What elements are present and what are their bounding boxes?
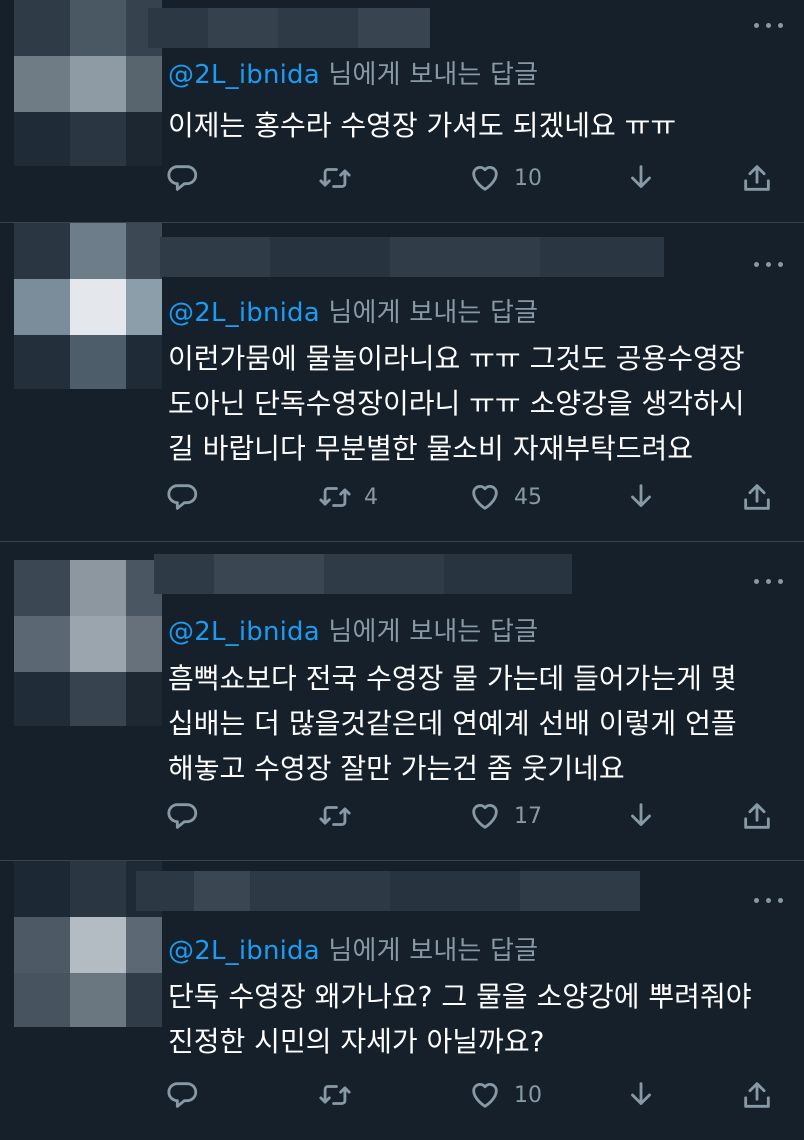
retweet-count: 4 <box>364 484 378 510</box>
like-count: 45 <box>514 484 542 510</box>
avatar[interactable] <box>14 560 162 726</box>
heart-icon <box>472 485 498 510</box>
reply-label: 님에게 보내는 답글 <box>319 617 539 647</box>
like-button[interactable]: 10 <box>468 1075 542 1115</box>
retweet-button[interactable] <box>318 796 364 836</box>
reply-icon <box>167 1082 198 1108</box>
reply-button[interactable] <box>166 1075 200 1115</box>
like-button[interactable]: 45 <box>468 477 542 517</box>
more-options-icon[interactable] <box>754 259 786 269</box>
heart-icon <box>472 1083 498 1108</box>
heart-icon <box>472 804 498 829</box>
display-name-blurred[interactable] <box>148 8 430 48</box>
share-icon <box>744 803 770 829</box>
download-button[interactable] <box>624 1075 658 1115</box>
reply-handle-link[interactable]: @2L_ibnida <box>168 298 320 328</box>
reply-icon <box>167 484 198 510</box>
like-button[interactable]: 10 <box>468 158 542 198</box>
share-button[interactable] <box>740 796 774 836</box>
more-options-icon[interactable] <box>754 576 786 586</box>
tweet-reply[interactable]: @2L_ibnida 님에게 보내는 답글 단독 수영장 왜가나요? 그 물을 … <box>0 861 804 1140</box>
like-count: 10 <box>514 1082 542 1108</box>
share-button[interactable] <box>740 1075 774 1115</box>
reply-label: 님에게 보내는 답글 <box>319 936 539 966</box>
display-name-blurred[interactable] <box>154 554 572 594</box>
reply-to-line: @2L_ibnida 님에게 보내는 답글 <box>168 930 538 967</box>
reply-icon <box>167 165 198 191</box>
share-button[interactable] <box>740 477 774 517</box>
share-icon <box>744 484 770 510</box>
reply-to-line: @2L_ibnida 님에게 보내는 답글 <box>168 292 538 329</box>
action-bar: 10 <box>0 1075 804 1115</box>
tweet-text: 이런가뭄에 물놀이라니요 ㅠㅠ 그것도 공용수영장 도아닌 단독수영장이라니 ㅠ… <box>168 342 745 465</box>
reply-handle-link[interactable]: @2L_ibnida <box>168 936 320 966</box>
display-name-blurred[interactable] <box>160 237 664 277</box>
retweet-icon <box>319 487 351 507</box>
tweet-text: 단독 수영장 왜가나요? 그 물을 소양강에 뿌려줘야 진정한 시민의 자세가 … <box>168 980 752 1058</box>
share-icon <box>744 1082 770 1108</box>
like-count: 10 <box>514 165 542 191</box>
download-icon <box>631 803 651 826</box>
action-bar: 10 <box>0 158 804 198</box>
tweet-reply[interactable]: @2L_ibnida 님에게 보내는 답글 이런가뭄에 물놀이라니요 ㅠㅠ 그것… <box>0 223 804 541</box>
tweet-reply[interactable]: @2L_ibnida 님에게 보내는 답글 이제는 홍수라 수영장 가셔도 되겠… <box>0 0 804 222</box>
retweet-icon <box>319 806 351 826</box>
share-icon <box>744 165 770 191</box>
reply-label: 님에게 보내는 답글 <box>319 60 539 90</box>
more-options-icon[interactable] <box>754 895 786 905</box>
tweet-reply[interactable]: @2L_ibnida 님에게 보내는 답글 흠뻑쇼보다 전국 수영장 물 가는데… <box>0 542 804 860</box>
download-button[interactable] <box>624 477 658 517</box>
reply-to-line: @2L_ibnida 님에게 보내는 답글 <box>168 611 538 648</box>
action-bar: 4 45 <box>0 477 804 517</box>
action-bar: 17 <box>0 796 804 836</box>
reply-handle-link[interactable]: @2L_ibnida <box>168 60 320 90</box>
reply-button[interactable] <box>166 796 200 836</box>
like-button[interactable]: 17 <box>468 796 542 836</box>
retweet-icon <box>319 1085 351 1105</box>
reply-button[interactable] <box>166 158 200 198</box>
share-button[interactable] <box>740 158 774 198</box>
retweet-button[interactable]: 4 <box>318 477 378 517</box>
tweet-text: 이제는 홍수라 수영장 가셔도 되겠네요 ㅠㅠ <box>168 109 677 142</box>
more-options-icon[interactable] <box>754 20 786 30</box>
retweet-button[interactable] <box>318 158 364 198</box>
download-icon <box>631 165 651 188</box>
tweet-text: 흠뻑쇼보다 전국 수영장 물 가는데 들어가는게 몇 십배는 더 많을것같은데 … <box>168 662 737 785</box>
download-button[interactable] <box>624 158 658 198</box>
like-count: 17 <box>514 803 542 829</box>
retweet-icon <box>319 168 351 188</box>
heart-icon <box>472 166 498 191</box>
download-icon <box>631 1082 651 1105</box>
display-name-blurred[interactable] <box>136 871 640 911</box>
avatar[interactable] <box>14 0 162 166</box>
download-button[interactable] <box>624 796 658 836</box>
retweet-button[interactable] <box>318 1075 364 1115</box>
reply-button[interactable] <box>166 477 200 517</box>
reply-icon <box>167 803 198 829</box>
reply-handle-link[interactable]: @2L_ibnida <box>168 617 320 647</box>
avatar[interactable] <box>14 223 162 389</box>
reply-label: 님에게 보내는 답글 <box>319 298 539 328</box>
download-icon <box>631 484 651 507</box>
reply-to-line: @2L_ibnida 님에게 보내는 답글 <box>168 54 538 91</box>
